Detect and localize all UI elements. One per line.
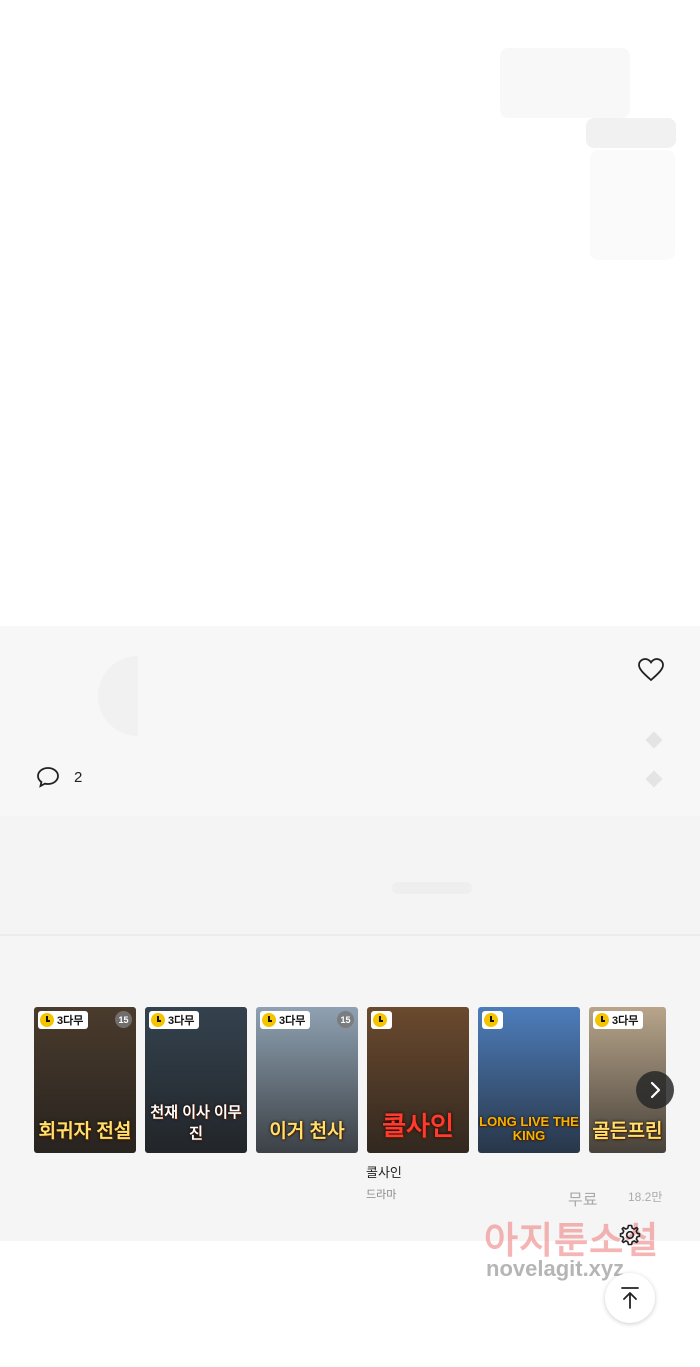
cover-title: 천재 이사 이무진 (150, 1104, 242, 1142)
comment-button[interactable]: 2 (36, 766, 82, 788)
clock-icon (40, 1013, 54, 1027)
faded-shape (500, 48, 630, 118)
settings-button[interactable] (614, 1219, 646, 1251)
gear-icon (619, 1224, 641, 1246)
comic-card[interactable]: 3다무 천재 이사 이무진 (145, 1007, 247, 1153)
ad-faint-count: 18.2만 (628, 1190, 663, 1204)
separator-area (0, 816, 700, 936)
featured-comic-title[interactable]: 콜사인 (366, 1162, 402, 1181)
carousel-next-button[interactable] (636, 1071, 674, 1109)
faded-shape (586, 118, 676, 148)
cover-title: LONG LIVE THE KING (479, 1114, 579, 1143)
faded-shape (98, 656, 138, 736)
interaction-bar: 2 (0, 626, 700, 816)
ad-faint-label: 무료 (568, 1192, 598, 1209)
free-badge: 3다무 (593, 1011, 644, 1029)
cover-title: 회귀자 전설 (38, 1121, 132, 1142)
clock-icon (373, 1013, 387, 1027)
watermark-english: novelagit.xyz (486, 1256, 625, 1281)
comic-card[interactable]: 콜사인 (367, 1007, 469, 1153)
cover-title: 골든프린 (592, 1121, 663, 1142)
comic-card[interactable]: 3다무 15 회귀자 전설 (34, 1007, 136, 1153)
faded-shape (645, 770, 663, 788)
free-badge: 3다무 (38, 1011, 89, 1029)
scroll-to-top-button[interactable] (605, 1273, 655, 1323)
faded-shape (645, 731, 663, 749)
clock-icon (595, 1013, 609, 1027)
comment-icon (37, 767, 59, 788)
cover-title: 이거 천사 (269, 1121, 345, 1142)
faded-shape (392, 882, 472, 894)
comment-count: 2 (74, 768, 83, 786)
clock-icon (262, 1013, 276, 1027)
comic-card[interactable]: LONG LIVE THE KING (478, 1007, 580, 1153)
content-area (0, 0, 700, 626)
free-badge (482, 1011, 503, 1029)
heart-icon[interactable] (638, 658, 664, 682)
chevron-right-icon (650, 1081, 661, 1099)
recommendation-carousel: 3다무 15 회귀자 전설 3다무 천재 이사 이무진 3다무 15 이거 천사… (34, 1007, 666, 1153)
age-rating-badge: 15 (115, 1011, 132, 1028)
comic-card[interactable]: 3다무 15 이거 천사 (256, 1007, 358, 1153)
free-badge (371, 1011, 392, 1029)
free-badge: 3다무 (260, 1011, 311, 1029)
cover-title: 콜사인 (382, 1111, 454, 1141)
arrow-up-icon (621, 1287, 639, 1309)
faded-shape (590, 150, 675, 260)
clock-icon (484, 1013, 498, 1027)
featured-comic-genre: 드라마 (366, 1189, 397, 1201)
age-rating-badge: 15 (337, 1011, 354, 1028)
clock-icon (151, 1013, 165, 1027)
free-badge: 3다무 (149, 1011, 200, 1029)
